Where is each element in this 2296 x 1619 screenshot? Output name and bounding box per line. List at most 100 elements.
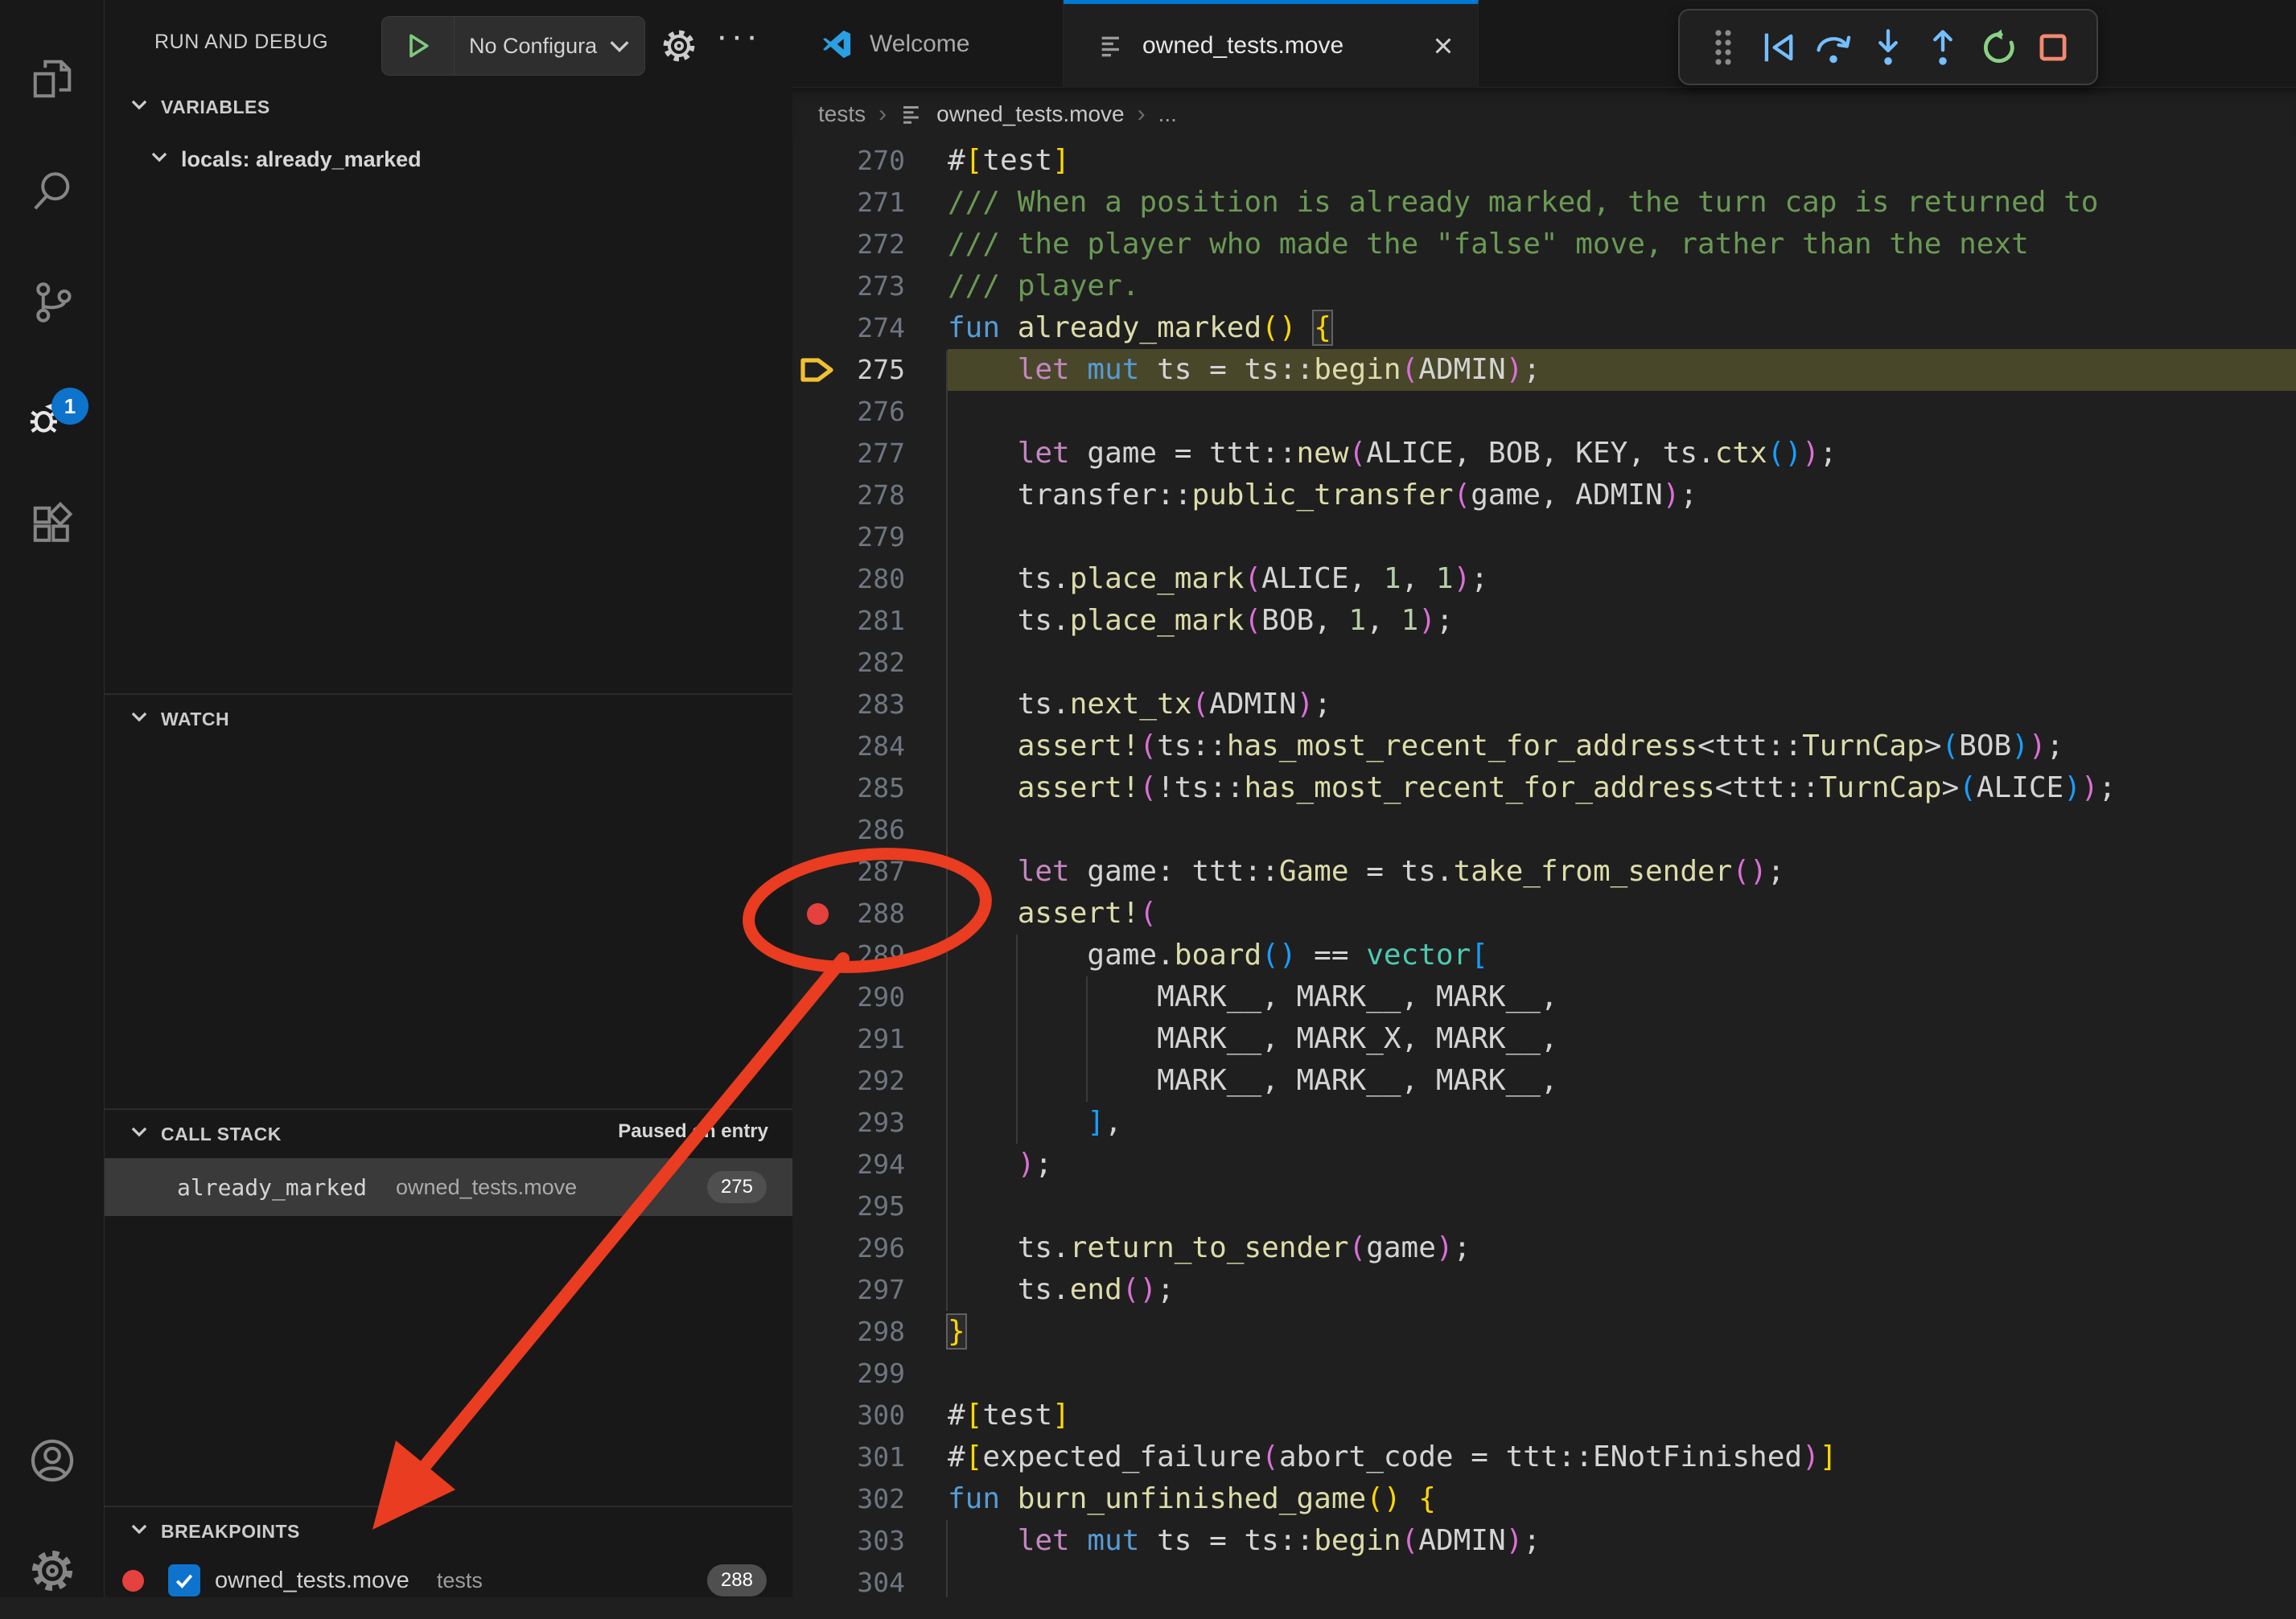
call-stack-frame-row[interactable]: already_marked owned_tests.move 275 — [105, 1158, 792, 1216]
code-text[interactable]: ts.next_tx(ADMIN); — [948, 684, 2296, 725]
code-line-279[interactable]: 279 — [792, 516, 2296, 558]
code-line-278[interactable]: 278 transfer::public_transfer(game, ADMI… — [792, 475, 2296, 516]
breakpoint-gutter[interactable] — [792, 976, 849, 1018]
line-number[interactable]: 290 — [849, 976, 905, 1018]
source-control-icon[interactable] — [0, 254, 105, 351]
line-number[interactable]: 282 — [849, 642, 905, 684]
breakpoint-gutter[interactable] — [792, 1436, 849, 1478]
line-number[interactable]: 270 — [849, 140, 905, 182]
breakpoint-gutter[interactable] — [792, 433, 849, 475]
code-text[interactable]: /// the player who made the "false" move… — [948, 224, 2296, 265]
code-line-281[interactable]: 281 ts.place_mark(BOB, 1, 1); — [792, 600, 2296, 642]
code-text[interactable]: /// player. — [948, 265, 2296, 307]
line-number[interactable]: 303 — [849, 1520, 905, 1562]
breakpoint-list-item[interactable]: owned_tests.move tests 288 — [105, 1557, 792, 1604]
breakpoint-gutter[interactable] — [792, 1520, 849, 1562]
toolbar-gripper[interactable] — [1699, 23, 1747, 72]
debug-step-into-icon[interactable] — [1864, 23, 1912, 72]
line-number[interactable]: 295 — [849, 1185, 905, 1227]
line-number[interactable]: 271 — [849, 182, 905, 224]
code-text[interactable]: MARK__, MARK_X, MARK__, — [948, 1018, 2296, 1060]
run-and-debug-icon[interactable] — [0, 366, 105, 462]
line-number[interactable]: 279 — [849, 516, 905, 558]
search-icon[interactable] — [0, 143, 105, 240]
code-line-286[interactable]: 286 — [792, 809, 2296, 851]
tab-welcome[interactable]: Welcome — [792, 0, 1064, 88]
line-number[interactable]: 285 — [849, 767, 905, 809]
debug-settings-gear-icon[interactable] — [660, 27, 698, 69]
code-line-273[interactable]: 273/// player. — [792, 265, 2296, 307]
code-text[interactable] — [948, 809, 2296, 851]
breakpoint-gutter[interactable] — [792, 642, 849, 684]
code-text[interactable]: let game: ttt::Game = ts.take_from_sende… — [948, 851, 2296, 893]
code-text[interactable]: assert!(ts::has_most_recent_for_address<… — [948, 725, 2296, 767]
code-line-295[interactable]: 295 — [792, 1185, 2296, 1227]
line-number[interactable]: 289 — [849, 935, 905, 976]
watch-section-header[interactable]: WATCH — [129, 698, 229, 740]
code-text[interactable]: fun already_marked() { — [948, 307, 2296, 349]
code-text[interactable]: let mut ts = ts::begin(ADMIN); — [948, 1520, 2296, 1562]
code-line-304[interactable]: 304 — [792, 1562, 2296, 1604]
line-number[interactable]: 287 — [849, 851, 905, 893]
code-text[interactable]: let mut ts = ts::begin(ADMIN); — [948, 349, 2296, 391]
line-number[interactable]: 284 — [849, 725, 905, 767]
breakpoint-gutter[interactable] — [792, 893, 849, 935]
code-line-300[interactable]: 300 #[test] — [792, 1395, 2296, 1436]
code-text[interactable] — [948, 1353, 2296, 1395]
variables-section-header[interactable]: VARIABLES — [129, 88, 270, 125]
line-number[interactable]: 300 — [849, 1395, 905, 1436]
breakpoint-gutter[interactable] — [792, 1562, 849, 1604]
code-text[interactable] — [948, 1185, 2296, 1227]
line-number[interactable]: 288 — [849, 893, 905, 935]
breakpoint-gutter[interactable] — [792, 1018, 849, 1060]
code-line-296[interactable]: 296 ts.return_to_sender(game); — [792, 1227, 2296, 1269]
code-line-272[interactable]: 272/// the player who made the "false" m… — [792, 224, 2296, 265]
debug-step-out-icon[interactable] — [1919, 23, 1967, 72]
breakpoint-gutter[interactable] — [792, 1102, 849, 1144]
code-text[interactable]: ts.end(); — [948, 1269, 2296, 1311]
breakpoint-gutter[interactable] — [792, 851, 849, 893]
breakpoint-gutter[interactable] — [792, 809, 849, 851]
code-line-287[interactable]: 287 let game: ttt::Game = ts.take_from_s… — [792, 851, 2296, 893]
breakpoint-gutter[interactable] — [792, 725, 849, 767]
code-line-285[interactable]: 285 assert!(!ts::has_most_recent_for_add… — [792, 767, 2296, 809]
breakpoint-gutter[interactable] — [792, 1060, 849, 1102]
breakpoint-gutter[interactable] — [792, 1353, 849, 1395]
breakpoint-gutter[interactable] — [792, 767, 849, 809]
code-line-297[interactable]: 297 ts.end(); — [792, 1269, 2296, 1311]
code-line-288[interactable]: 288 assert!( — [792, 893, 2296, 935]
breakpoint-gutter[interactable] — [792, 1478, 849, 1520]
code-text[interactable]: #[test] — [948, 1395, 2296, 1436]
breakpoint-gutter[interactable] — [792, 475, 849, 516]
line-number[interactable]: 281 — [849, 600, 905, 642]
code-line-277[interactable]: 277 let game = ttt::new(ALICE, BOB, KEY,… — [792, 433, 2296, 475]
code-text[interactable]: MARK__, MARK__, MARK__, — [948, 976, 2296, 1018]
line-number[interactable]: 280 — [849, 558, 905, 600]
line-number[interactable]: 297 — [849, 1269, 905, 1311]
code-line-289[interactable]: 289 game.board() == vector[ — [792, 935, 2296, 976]
breakpoint-gutter[interactable] — [792, 1185, 849, 1227]
variables-locals-scope[interactable]: locals: already_marked — [149, 135, 422, 183]
breakpoint-gutter[interactable] — [792, 600, 849, 642]
start-debug-icon[interactable] — [382, 17, 455, 75]
code-line-294[interactable]: 294 ); — [792, 1144, 2296, 1185]
breakpoint-gutter[interactable] — [792, 224, 849, 265]
code-line-303[interactable]: 303 let mut ts = ts::begin(ADMIN); — [792, 1520, 2296, 1562]
code-text[interactable] — [948, 516, 2296, 558]
code-text[interactable] — [948, 1562, 2296, 1604]
code-text[interactable]: /// When a position is already marked, t… — [948, 182, 2296, 224]
line-number[interactable]: 277 — [849, 433, 905, 475]
line-number[interactable]: 278 — [849, 475, 905, 516]
line-number[interactable]: 296 — [849, 1227, 905, 1269]
close-icon[interactable] — [1431, 34, 1455, 58]
code-line-293[interactable]: 293 ], — [792, 1102, 2296, 1144]
breakpoint-gutter[interactable] — [792, 265, 849, 307]
debug-restart-icon[interactable] — [1974, 23, 2022, 72]
breakpoint-gutter[interactable] — [792, 307, 849, 349]
line-number[interactable]: 302 — [849, 1478, 905, 1520]
debug-stop-icon[interactable] — [2029, 23, 2077, 72]
code-text[interactable]: ts.return_to_sender(game); — [948, 1227, 2296, 1269]
code-line-291[interactable]: 291 MARK__, MARK_X, MARK__, — [792, 1018, 2296, 1060]
code-text[interactable]: let game = ttt::new(ALICE, BOB, KEY, ts.… — [948, 433, 2296, 475]
extensions-icon[interactable] — [0, 477, 105, 573]
